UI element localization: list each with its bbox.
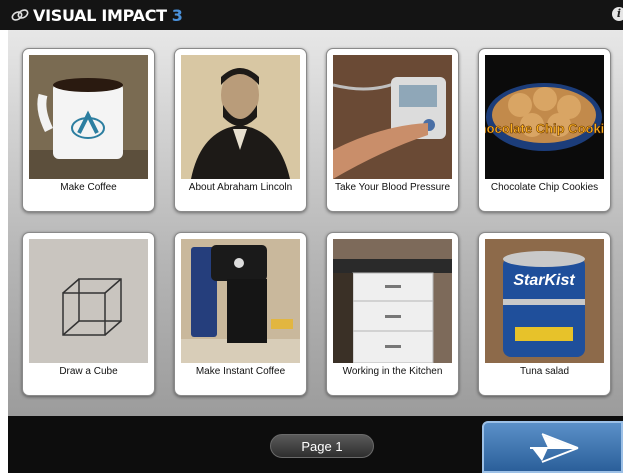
tile-about-abraham-lincoln[interactable]: About Abraham Lincoln (174, 48, 307, 212)
tile-label: Take Your Blood Pressure (334, 182, 451, 193)
tile-make-instant-coffee[interactable]: Make Instant Coffee (174, 232, 307, 396)
cookies-image-text: Chocolate Chip Cookies (485, 121, 604, 136)
tile-label: Working in the Kitchen (342, 366, 443, 377)
coffee-mug-image (29, 55, 148, 179)
tuna-can-image-text: StarKist (513, 272, 575, 289)
app-version: 3 (171, 5, 183, 25)
tile-make-coffee[interactable]: Make Coffee (22, 48, 155, 212)
next-page-button[interactable] (482, 421, 623, 473)
tile-label: Make Coffee (60, 182, 117, 193)
title-bar: VISUAL IMPACT 3 i (0, 0, 623, 30)
tile-draw-a-cube[interactable]: Draw a Cube (22, 232, 155, 396)
tile-take-your-blood-pressure[interactable]: Take Your Blood Pressure (326, 48, 459, 212)
tile-label: About Abraham Lincoln (188, 182, 293, 193)
coffee-machine-image (181, 239, 300, 363)
blood-pressure-monitor-image (333, 55, 452, 179)
cookies-image: Chocolate Chip Cookies (485, 55, 604, 179)
activity-grid: Make Coffee About Abraham Lincoln Take Y… (8, 30, 623, 416)
page-indicator: Page 1 (270, 434, 374, 458)
tile-working-in-the-kitchen[interactable]: Working in the Kitchen (326, 232, 459, 396)
tile-label: Tuna salad (519, 366, 570, 377)
app-title-text: VISUAL IMPACT (33, 5, 167, 25)
tile-label: Make Instant Coffee (195, 366, 286, 377)
tuna-can-image: StarKist (485, 239, 604, 363)
app-title: VISUAL IMPACT 3 (33, 6, 183, 25)
cube-sketch-image (29, 239, 148, 363)
app-window: VISUAL IMPACT 3 i Make Coffee About Abra… (0, 0, 623, 473)
tile-label: Chocolate Chip Cookies (490, 182, 599, 193)
footer-bar: Page 1 (8, 416, 623, 473)
info-icon[interactable]: i (612, 7, 623, 21)
tile-label: Draw a Cube (59, 366, 118, 377)
tile-tuna-salad[interactable]: StarKist Tuna salad (478, 232, 611, 396)
kitchen-image (333, 239, 452, 363)
right-arrow-icon (530, 433, 579, 463)
link-logo-icon (11, 9, 29, 21)
lincoln-portrait-image (181, 55, 300, 179)
tile-chocolate-chip-cookies[interactable]: Chocolate Chip Cookies Chocolate Chip Co… (478, 48, 611, 212)
